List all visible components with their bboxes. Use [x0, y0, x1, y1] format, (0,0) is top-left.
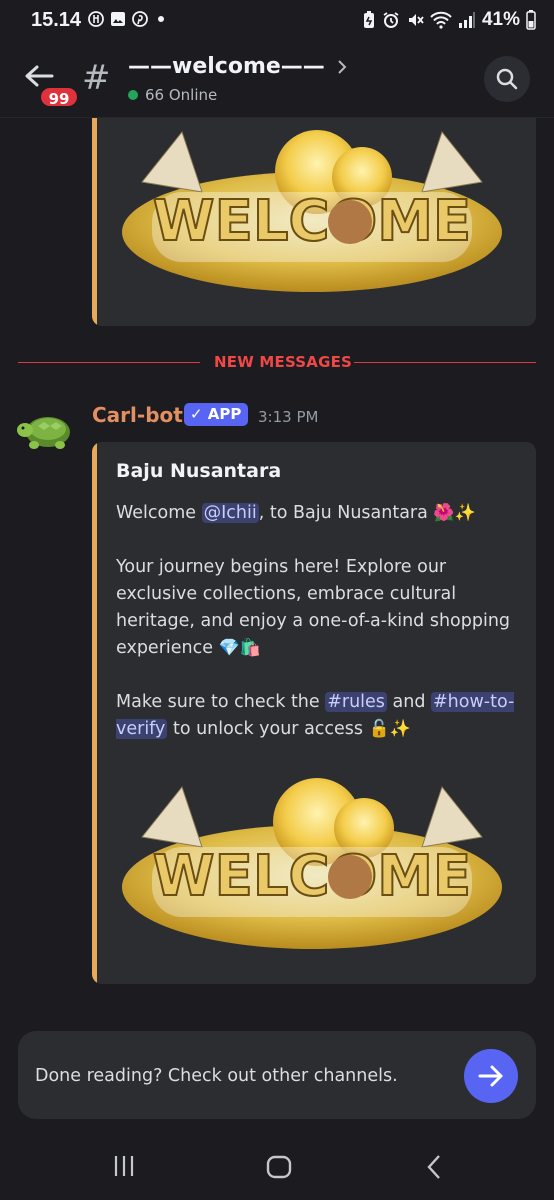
- welcome-text: WELCOME: [153, 189, 471, 254]
- fork-icon: [88, 11, 104, 27]
- message-timestamp: 3:13 PM: [258, 408, 319, 426]
- text-segment: , to Baju Nusantara: [258, 503, 434, 523]
- new-messages-divider: NEW MESSAGES: [18, 350, 536, 374]
- divider-line-left: [18, 362, 200, 363]
- online-dot-icon: [128, 90, 138, 100]
- channel-name: ——welcome——: [128, 54, 325, 79]
- alarm-icon: [383, 12, 399, 28]
- mute-icon: [408, 14, 424, 26]
- pinterest-icon: [132, 11, 148, 27]
- chevron-right-icon: [338, 59, 347, 74]
- status-system-icons: 41%: [362, 9, 536, 31]
- status-bar: 15.14 41%: [0, 0, 554, 44]
- battery-saver-icon: [363, 11, 374, 28]
- search-icon: [496, 68, 518, 90]
- divider-line-right: [354, 362, 536, 363]
- arrow-left-icon: [25, 65, 54, 87]
- status-notification-icons: [88, 11, 168, 27]
- text-segment: Make sure to check the: [116, 692, 326, 712]
- text-segment: to unlock your access: [167, 719, 369, 739]
- system-nav-bar: [0, 1140, 554, 1200]
- text-segment: and: [386, 692, 431, 712]
- embed-title: Baju Nusantara: [116, 460, 282, 482]
- arrow-right-icon: [478, 1065, 503, 1087]
- embed-description: Welcome @Ichii, to Baju Nusantara 🌺✨ You…: [116, 500, 520, 770]
- channel-browse-prompt[interactable]: Done reading? Check out other channels.: [18, 1031, 536, 1119]
- prompt-text: Done reading? Check out other channels.: [35, 1066, 398, 1086]
- embed-color-bar: [92, 442, 97, 984]
- welcome-banner-image[interactable]: WELCOME: [112, 762, 512, 962]
- channel-title[interactable]: ——welcome——: [128, 54, 347, 79]
- signal-icon: [458, 12, 475, 28]
- embed-paragraph-1: Welcome @Ichii, to Baju Nusantara 🌺✨: [116, 500, 520, 527]
- welcome-banner-image[interactable]: WELCOME: [112, 122, 512, 308]
- battery-percent: 41%: [481, 9, 520, 30]
- gem-shopping-emoji: 💎🛍️: [218, 638, 261, 658]
- previous-embed: WELCOME: [92, 118, 536, 326]
- welcome-text: WELCOME: [153, 844, 471, 909]
- online-status: 66 Online: [128, 86, 217, 104]
- gallery-icon: [111, 12, 125, 26]
- home-icon[interactable]: [266, 1154, 292, 1180]
- channel-header: 99 # ——welcome—— 66 Online: [0, 44, 554, 118]
- wifi-icon: [430, 11, 452, 29]
- new-messages-label: NEW MESSAGES: [214, 353, 353, 371]
- text-segment: Welcome: [116, 503, 202, 523]
- embed-color-bar: [92, 118, 97, 326]
- recents-icon[interactable]: [112, 1154, 136, 1178]
- channel-mention-rules[interactable]: #rules: [325, 692, 387, 712]
- unlock-sparkles-emoji: 🔓✨: [368, 719, 411, 739]
- search-button[interactable]: [484, 56, 530, 102]
- back-nav-icon[interactable]: [424, 1154, 444, 1180]
- embed-paragraph-3: Make sure to check the #rules and #how-t…: [116, 689, 520, 743]
- app-tag-badge: ✓ APP: [184, 403, 249, 426]
- online-count: 66 Online: [145, 86, 218, 104]
- user-mention[interactable]: @Ichii: [201, 503, 259, 523]
- hibiscus-sparkles-emoji: 🌺✨: [433, 503, 476, 523]
- browse-channels-button[interactable]: [464, 1049, 518, 1103]
- message-embed: Baju Nusantara Welcome @Ichii, to Baju N…: [92, 442, 536, 984]
- message-author[interactable]: Carl-bot: [92, 403, 183, 427]
- dot-icon: [158, 16, 164, 22]
- text-segment: Your journey begins here! Explore our ex…: [116, 557, 511, 658]
- avatar[interactable]: [16, 404, 76, 452]
- embed-paragraph-2: Your journey begins here! Explore our ex…: [116, 554, 520, 662]
- channel-hash-icon: #: [82, 58, 111, 98]
- status-time: 15.14: [31, 9, 82, 31]
- unread-badge: 99: [39, 86, 79, 108]
- battery-icon: [526, 10, 536, 30]
